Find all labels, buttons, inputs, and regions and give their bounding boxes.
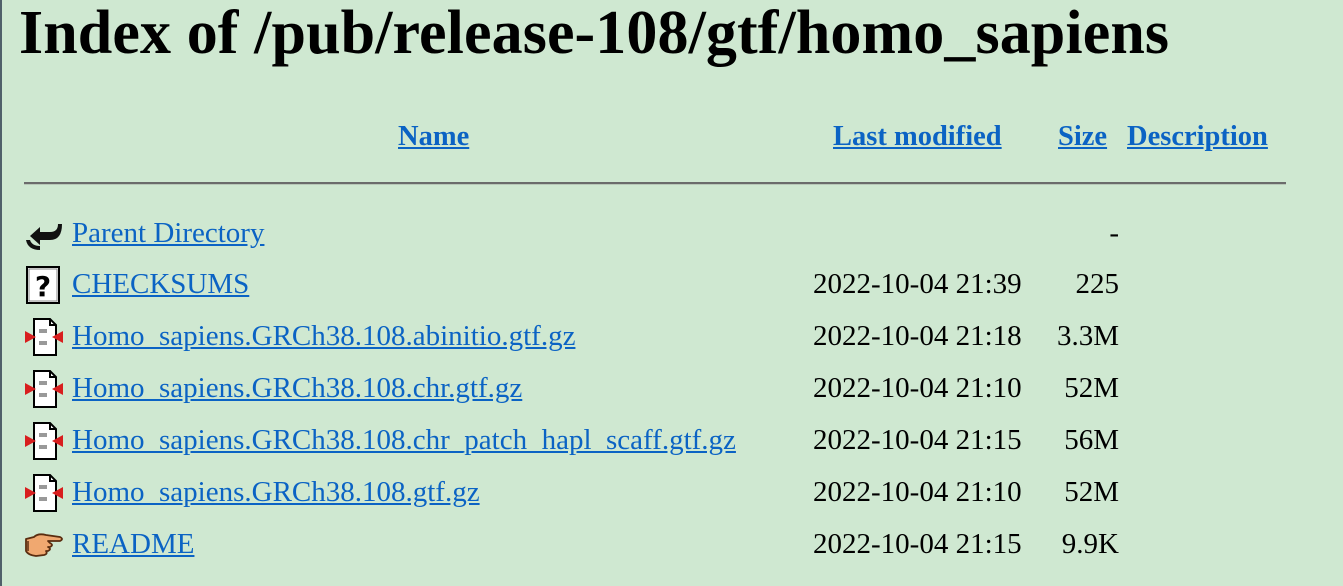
listing-row: ? CHECKSUMS 2022-10-04 21:39 225 (0, 259, 1343, 309)
last-modified: 2022-10-04 21:10 (813, 372, 1022, 404)
sort-by-name-link[interactable]: Name (398, 118, 469, 156)
unknown-file-icon: ? (24, 265, 64, 305)
listing-row: Homo_sapiens.GRCh38.108.abinitio.gtf.gz … (0, 311, 1343, 361)
listing-row: Homo_sapiens.GRCh38.108.gtf.gz 2022-10-0… (0, 467, 1343, 517)
last-modified: 2022-10-04 21:18 (813, 320, 1022, 352)
file-size: 3.3M (1056, 320, 1119, 352)
listing-row-parent-directory: Parent Directory - (0, 208, 1343, 258)
pointing-hand-icon (24, 525, 64, 565)
listing-row: README 2022-10-04 21:15 9.9K (0, 519, 1343, 569)
sort-by-description-link[interactable]: Description (1127, 118, 1268, 156)
back-arrow-icon (24, 214, 64, 254)
file-size: 52M (1064, 476, 1119, 508)
parent-directory-link[interactable]: Parent Directory (72, 213, 264, 253)
listing-row: Homo_sapiens.GRCh38.108.chr.gtf.gz 2022-… (0, 363, 1343, 413)
file-size: 9.9K (1061, 528, 1119, 560)
file-link[interactable]: Homo_sapiens.GRCh38.108.gtf.gz (72, 472, 480, 512)
sort-by-last-modified-link[interactable]: Last modified (833, 118, 1002, 156)
sort-by-size-link[interactable]: Size (1058, 118, 1107, 156)
file-link[interactable]: README (72, 524, 194, 564)
file-link[interactable]: Homo_sapiens.GRCh38.108.chr.gtf.gz (72, 368, 522, 408)
last-modified: 2022-10-04 21:10 (813, 476, 1022, 508)
file-link[interactable]: CHECKSUMS (72, 264, 249, 304)
file-size: 225 (1075, 268, 1120, 300)
file-size: 56M (1064, 424, 1119, 456)
compressed-file-icon (24, 369, 64, 409)
page-title: Index of /pub/release-108/gtf/homo_sapie… (19, 0, 1170, 67)
last-modified: 2022-10-04 21:15 (813, 528, 1022, 560)
last-modified: 2022-10-04 21:39 (813, 268, 1022, 300)
compressed-file-icon (24, 473, 64, 513)
compressed-file-icon (24, 421, 64, 461)
listing-row: Homo_sapiens.GRCh38.108.chr_patch_hapl_s… (0, 415, 1343, 465)
compressed-file-icon (24, 317, 64, 357)
last-modified: 2022-10-04 21:15 (813, 424, 1022, 456)
header-divider (24, 182, 1286, 185)
file-link[interactable]: Homo_sapiens.GRCh38.108.chr_patch_hapl_s… (72, 420, 736, 460)
svg-text:?: ? (35, 270, 51, 303)
file-link[interactable]: Homo_sapiens.GRCh38.108.abinitio.gtf.gz (72, 316, 575, 356)
file-size: - (1109, 217, 1119, 249)
file-size: 52M (1064, 372, 1119, 404)
